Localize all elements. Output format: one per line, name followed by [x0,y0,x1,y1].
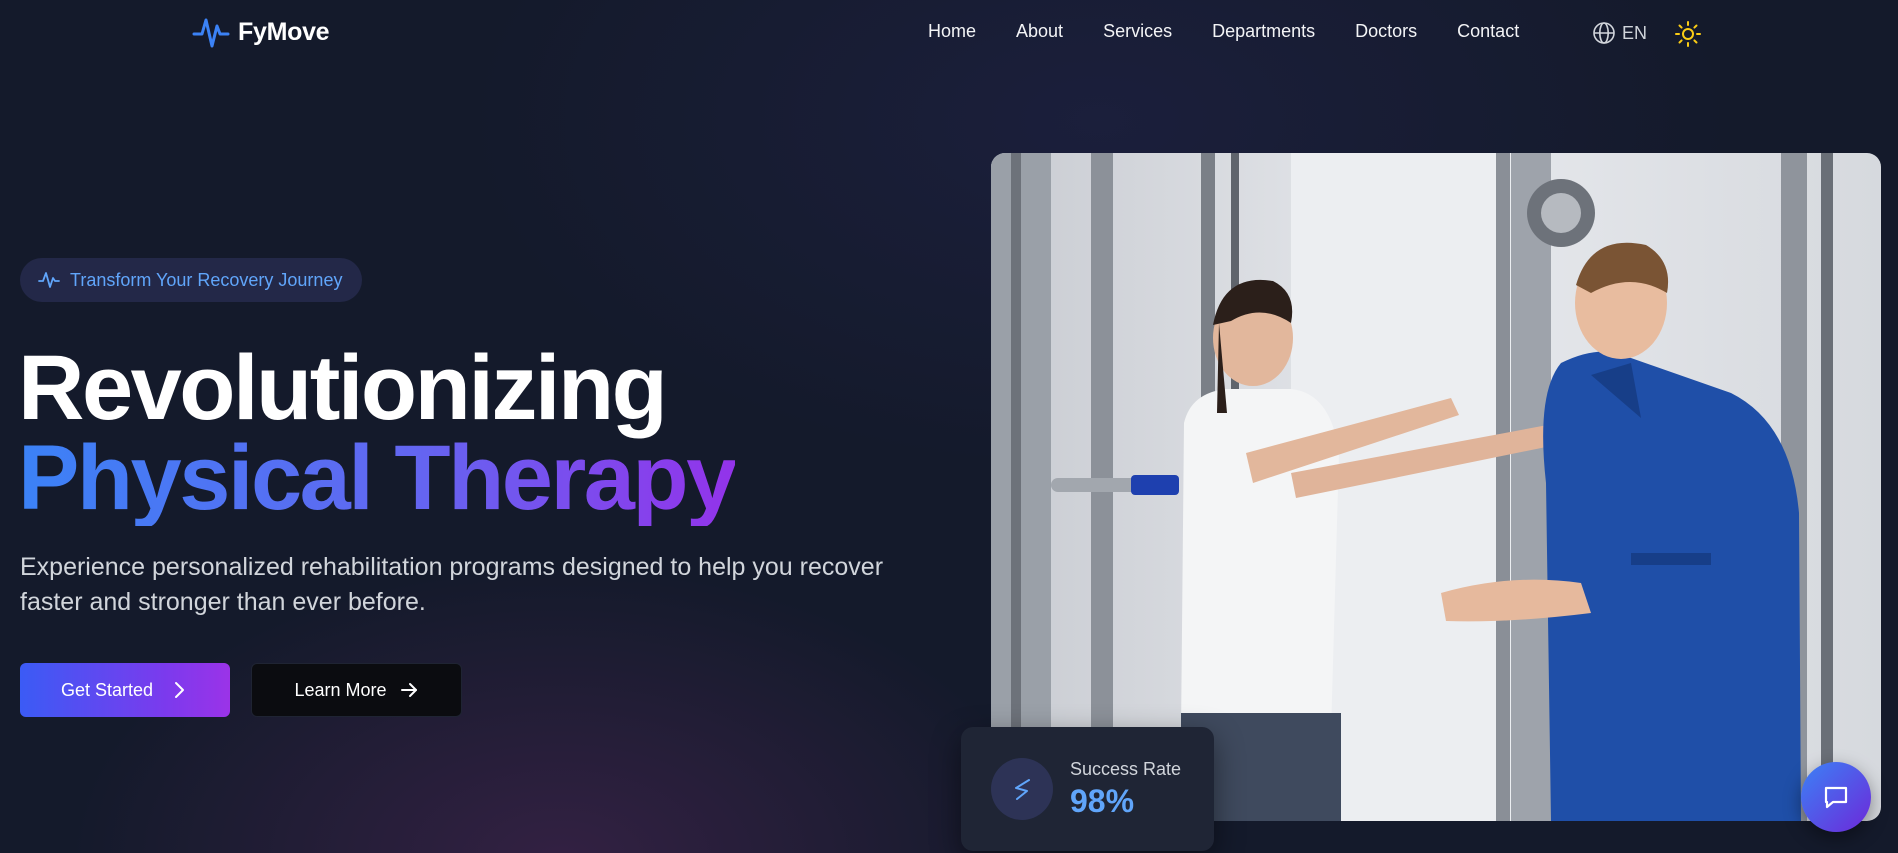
hero-photo [991,153,1881,821]
therapy-session-illustration [991,153,1881,821]
language-switcher[interactable]: EN [1592,21,1647,45]
main-nav: Home About Services Departments Doctors … [928,21,1559,42]
learn-more-button[interactable]: Learn More [251,663,462,717]
hero-title-line1: Revolutionizing [18,337,668,439]
get-started-label: Get Started [60,679,154,700]
hero-badge-text: Transform Your Recovery Journey [70,269,343,290]
hero-subtitle: Experience personalized rehabilitation p… [20,553,884,616]
sun-icon[interactable] [1674,20,1702,48]
learn-more-label: Learn More [294,679,387,700]
nav-contact[interactable]: Contact [1457,21,1519,42]
hero-title-line2: Physical Therapy [18,427,737,529]
nav-departments[interactable]: Departments [1212,21,1315,42]
chevron-right-icon [175,682,185,698]
chat-bubble-icon [1824,786,1848,809]
pulse-icon [38,272,60,288]
brand-name: FyMove [238,17,330,46]
nav-about[interactable]: About [1016,21,1063,42]
nav-home[interactable]: Home [928,21,976,42]
site-header: FyMove Home About Services Departments D… [0,0,1898,68]
hero-badge: Transform Your Recovery Journey [20,258,363,302]
stat-icon-circle [991,758,1053,820]
stat-label: Success Rate [1070,759,1182,779]
brand-logo[interactable]: FyMove [192,12,330,52]
arrow-right-icon [400,683,417,697]
nav-services[interactable]: Services [1103,21,1172,42]
pulse-icon [192,18,230,48]
chat-button[interactable] [1801,762,1871,832]
nav-doctors[interactable]: Doctors [1355,21,1417,42]
get-started-button[interactable]: Get Started [20,663,230,717]
pulse-icon [1015,779,1030,800]
success-rate-card: Success Rate 98% [961,727,1214,851]
stat-value: 98% [1070,783,1135,819]
globe-icon [1593,22,1615,44]
language-label: EN [1622,22,1648,43]
